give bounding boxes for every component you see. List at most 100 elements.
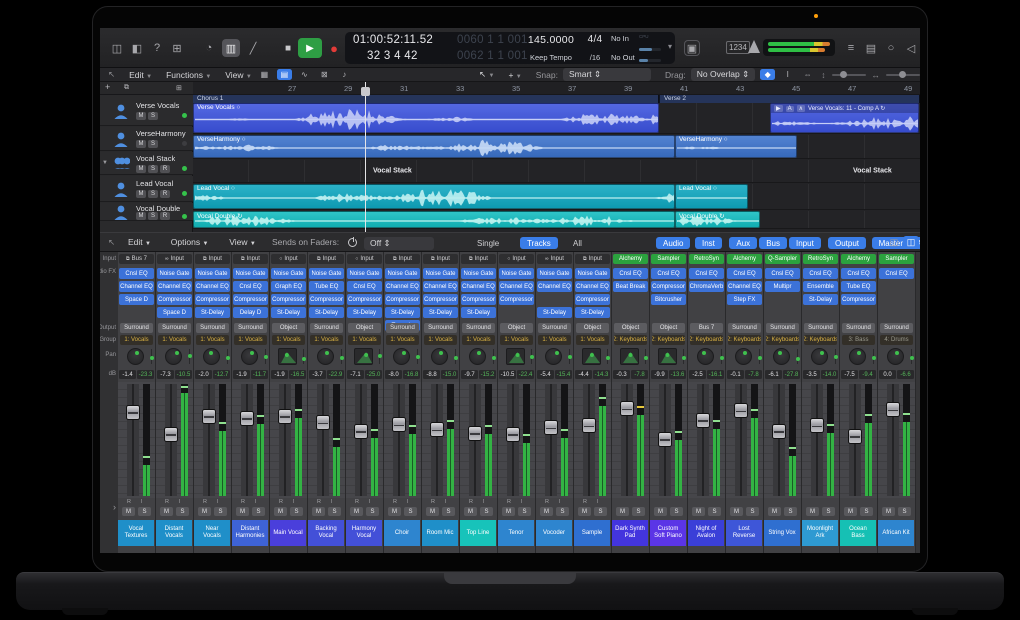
channel-strip-vocal-textures[interactable]: ⧉Bus 7Cnsl EQChannel EQSpace DSurround1:… — [118, 252, 156, 553]
fx-slot[interactable]: Cnsl EQ — [651, 268, 686, 279]
fx-slot[interactable]: Channel EQ — [119, 281, 154, 292]
horizontal-zoom-slider[interactable] — [886, 74, 920, 76]
fx-slot[interactable]: Compressor — [499, 294, 534, 305]
fx-slot[interactable]: Compressor — [841, 294, 876, 305]
output-slot[interactable]: Surround — [310, 323, 343, 333]
output-slot[interactable]: Surround — [386, 323, 419, 333]
filter-audio[interactable]: Audio — [656, 237, 690, 249]
pan-control[interactable] — [878, 347, 915, 368]
fx-slot[interactable]: St-Delay — [803, 294, 838, 305]
output-slot[interactable]: Object — [652, 323, 685, 333]
pan-knob[interactable] — [127, 348, 144, 365]
channel-strip-dark-synth-pad[interactable]: AlchemyCnsl EQBeat BreakObject2: Keyboar… — [612, 252, 650, 553]
fader-track[interactable] — [507, 384, 519, 496]
channel-strip-string-vox[interactable]: Q-SamplerCnsl EQMultiprSurround2: Keyboa… — [764, 252, 802, 553]
output-slot[interactable]: Surround — [728, 323, 761, 333]
mute-button[interactable]: M — [122, 507, 135, 516]
fader-handle[interactable] — [240, 411, 254, 426]
region[interactable]: Vocal Double ↻ — [193, 211, 675, 228]
solo-button[interactable]: S — [176, 507, 189, 516]
take-button[interactable]: ∧ — [797, 105, 805, 112]
solo-button[interactable]: S — [366, 507, 379, 516]
region[interactable]: ▶A∧Verse Vocals: 11 - Comp A ↻ — [770, 103, 919, 133]
track-header-lead-vocal[interactable]: Lead VocalMSR — [100, 176, 193, 202]
pan-knob[interactable] — [431, 348, 448, 365]
fader-handle[interactable] — [202, 409, 216, 424]
instrument-slot[interactable]: Sampler — [651, 254, 686, 264]
pan-control[interactable] — [422, 347, 459, 368]
fx-slot[interactable]: Cnsl EQ — [119, 268, 154, 279]
mute-button[interactable]: M — [882, 507, 895, 516]
fx-slot[interactable]: Space D — [119, 294, 154, 305]
channel-strip-near-vocals[interactable]: ⧉InputNoise GateChannel EQCompressorSt-D… — [194, 252, 232, 553]
record-enable-button[interactable]: R — [160, 212, 170, 220]
fader-handle[interactable] — [354, 424, 368, 439]
input-slot[interactable]: ○Input — [347, 254, 382, 264]
take-button[interactable]: A — [786, 106, 794, 112]
fader-track[interactable] — [203, 384, 215, 496]
pan-control[interactable] — [194, 347, 231, 368]
channel-strip-ocean-bass[interactable]: AlchemyCnsl EQTube EQCompressorSurround3… — [840, 252, 878, 553]
pan-control[interactable] — [612, 347, 649, 368]
fader-track[interactable] — [887, 384, 899, 496]
solo-button[interactable]: S — [148, 112, 158, 120]
mute-button[interactable]: M — [768, 507, 781, 516]
track-lane-1[interactable]: Verse Vocals ○▶A∧Verse Vocals: 11 - Comp… — [193, 103, 920, 134]
group-slot[interactable]: 1: Vocals — [196, 335, 229, 345]
take-folder-header[interactable]: ▶A∧Verse Vocals: 11 - Comp A ↻ — [771, 104, 918, 113]
output-slot[interactable]: Surround — [538, 323, 571, 333]
channel-name[interactable]: Distant Harmonies — [232, 520, 268, 546]
smart-controls-icon[interactable]: ◔ — [200, 39, 218, 57]
solo-button[interactable]: S — [594, 507, 607, 516]
group-slot[interactable]: 3: Bass — [842, 335, 875, 345]
fader-handle[interactable] — [468, 426, 482, 441]
library-icon[interactable]: ◫ — [108, 39, 126, 57]
output-slot[interactable]: Surround — [424, 323, 457, 333]
channel-strip-room-mic[interactable]: ⧉InputNoise GateChannel EQCompressorSt-D… — [422, 252, 460, 553]
solo-button[interactable]: S — [480, 507, 493, 516]
fx-slot[interactable]: Noise Gate — [461, 268, 496, 279]
channel-strip-african-kit[interactable]: SamplerCnsl EQSurround4: Drums0.0-6.6MSA… — [878, 252, 916, 553]
mute-button[interactable]: M — [692, 507, 705, 516]
input-slot[interactable]: ○Input — [271, 254, 306, 264]
channel-name[interactable]: Dark Synth Pad — [612, 520, 648, 546]
fx-slot[interactable]: Compressor — [271, 294, 306, 305]
mute-button[interactable]: M — [312, 507, 325, 516]
menu-view[interactable]: View ▼ — [229, 237, 256, 247]
fx-slot[interactable]: Noise Gate — [195, 268, 230, 279]
fader-handle[interactable] — [848, 429, 862, 444]
input-slot[interactable]: ⧉Input — [309, 254, 344, 264]
pan-depth-slider[interactable] — [569, 349, 570, 364]
group-slot[interactable]: 2: Keyboards — [652, 335, 685, 345]
group-slot[interactable]: 1: Vocals — [500, 335, 533, 345]
mute-button[interactable]: M — [578, 507, 591, 516]
channel-strip-moonlight-ark[interactable]: RetroSynCnsl EQEnsembleSt-DelaySurround2… — [802, 252, 840, 553]
pointer-tool-menu[interactable]: ↖ ▼ — [479, 69, 494, 80]
fx-slot[interactable]: Compressor — [385, 294, 420, 305]
channel-name[interactable]: Choir — [384, 520, 420, 546]
play-button[interactable]: ▶ — [298, 38, 322, 58]
fx-slot[interactable]: Channel EQ — [461, 281, 496, 292]
fx-slot[interactable]: Space D — [157, 307, 192, 318]
instrument-slot[interactable]: RetroSyn — [803, 254, 838, 264]
channel-name[interactable]: Harmony Vocal — [346, 520, 382, 546]
mute-button[interactable]: M — [502, 507, 515, 516]
mute-button[interactable]: M — [806, 507, 819, 516]
fader-track[interactable] — [431, 384, 443, 496]
link-icon[interactable]: ⇔ — [800, 69, 815, 80]
back-icon[interactable]: ↖ — [108, 69, 115, 80]
instrument-slot[interactable]: Alchemy — [841, 254, 876, 264]
flex-icon[interactable]: ⊠ — [317, 69, 332, 80]
fx-slot[interactable]: Compressor — [461, 294, 496, 305]
fx-slot[interactable]: Tube EQ — [841, 281, 876, 292]
fader-handle[interactable] — [126, 405, 140, 420]
mute-button[interactable]: M — [464, 507, 477, 516]
output-slot[interactable]: Bus 7 — [690, 323, 723, 333]
object-panner[interactable] — [658, 348, 677, 365]
sends-select[interactable]: Off ⇕ — [364, 237, 434, 250]
mute-button[interactable]: M — [136, 165, 146, 173]
pan-depth-slider[interactable] — [873, 349, 874, 364]
track-header-verseharmony[interactable]: VerseHarmonyMS — [100, 127, 193, 151]
solo-button[interactable]: S — [404, 507, 417, 516]
track-header-vocal-stack[interactable]: ▼Vocal StackMSR — [100, 152, 193, 175]
